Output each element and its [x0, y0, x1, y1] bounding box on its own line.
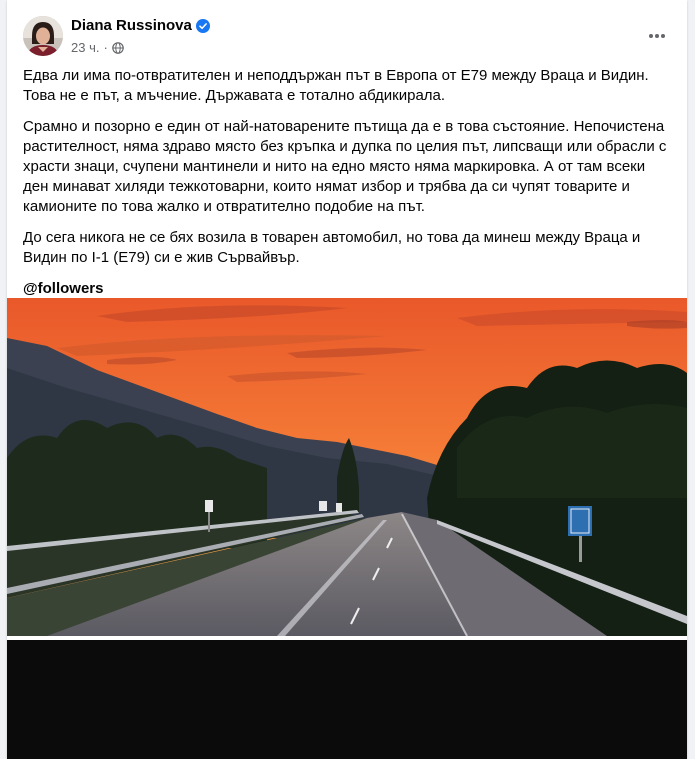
post-card: Diana Russinova 23 ч. · Едва ли има по-о… — [7, 0, 687, 759]
post-photo-dark[interactable] — [7, 640, 687, 759]
more-options-button[interactable] — [643, 22, 671, 50]
avatar[interactable] — [23, 16, 63, 56]
post-paragraph: До сега никога не се бях возила в товаре… — [23, 229, 641, 266]
post-text: Едва ли има по-отвратителен и неподдържа… — [23, 66, 673, 310]
post-time[interactable]: 23 ч. — [71, 40, 99, 55]
post-paragraph: Едва ли има по-отвратителен и неподдържа… — [23, 67, 649, 104]
author-name[interactable]: Diana Russinova — [71, 17, 210, 34]
globe-icon[interactable] — [112, 41, 124, 54]
post-header: Diana Russinova 23 ч. · — [7, 0, 687, 64]
post-paragraph: Срамно и позорно е един от най-натоварен… — [23, 118, 667, 215]
avatar-image — [23, 16, 63, 56]
meta-separator: · — [103, 40, 108, 55]
author-name-text[interactable]: Diana Russinova — [71, 17, 192, 34]
more-dots-icon — [649, 34, 665, 38]
post-photo-sunset-road[interactable] — [7, 298, 687, 636]
post-meta: 23 ч. · — [71, 40, 124, 55]
sunset-road-image — [7, 298, 687, 636]
mention-link[interactable]: @followers — [23, 280, 103, 297]
verified-badge-icon — [195, 18, 210, 33]
